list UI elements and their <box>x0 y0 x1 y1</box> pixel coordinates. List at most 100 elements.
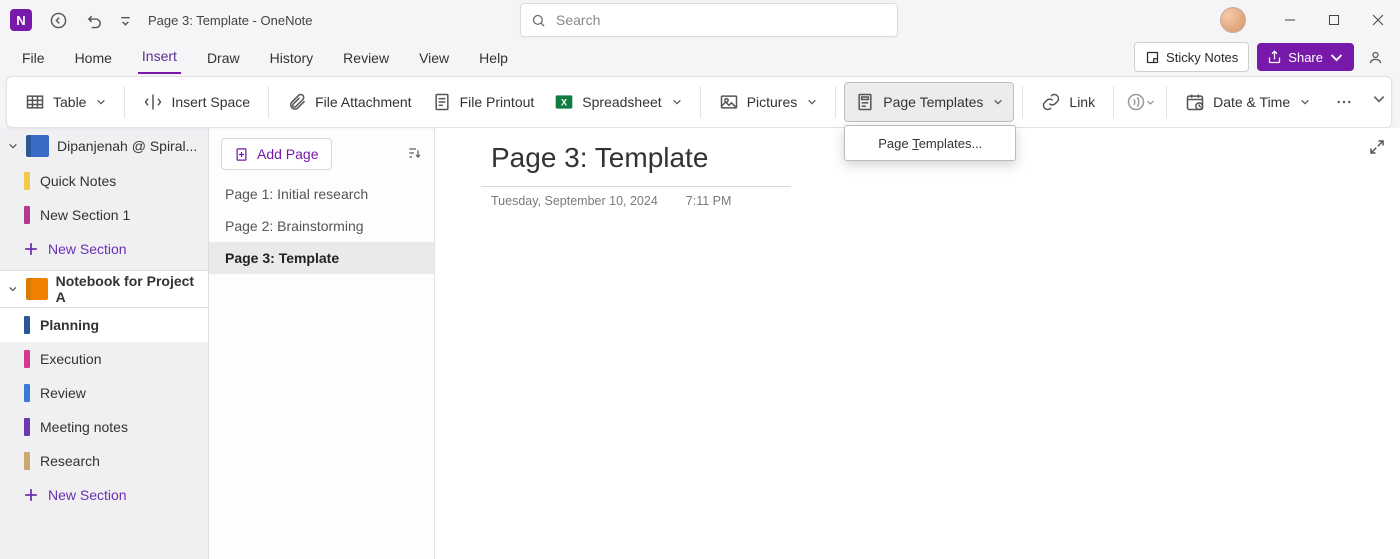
tab-insert[interactable]: Insert <box>138 42 181 74</box>
sticky-notes-button[interactable]: Sticky Notes <box>1134 42 1249 72</box>
avatar[interactable] <box>1220 7 1246 33</box>
page-list-item[interactable]: Page 1: Initial research <box>209 178 434 210</box>
pages-pane: Add Page Page 1: Initial research Page 2… <box>209 128 435 559</box>
page-time: 7:11 PM <box>686 194 732 208</box>
ribbon-audio[interactable] <box>1122 84 1158 120</box>
table-icon <box>25 92 45 112</box>
section-color <box>24 206 30 224</box>
more-icon <box>1335 93 1353 111</box>
section-name: Meeting notes <box>40 419 128 435</box>
chevron-down-icon <box>1372 92 1386 106</box>
people-icon[interactable] <box>1362 44 1388 70</box>
notebook-icon <box>26 135 49 157</box>
chevron-down-icon <box>993 97 1003 107</box>
section-name: Review <box>40 385 86 401</box>
section-color <box>24 452 30 470</box>
page-list-item[interactable]: Page 2: Brainstorming <box>209 210 434 242</box>
ribbon-overflow[interactable] <box>1326 84 1362 120</box>
menu-bar: File Home Insert Draw History Review Vie… <box>0 40 1400 74</box>
excel-icon: X <box>554 92 574 112</box>
tab-draw[interactable]: Draw <box>203 44 244 74</box>
editor-canvas[interactable]: Page 3: Template Tuesday, September 10, … <box>435 128 1400 559</box>
notebook-row[interactable]: Dipanjenah @ Spiral... <box>0 128 208 164</box>
ribbon-insert-space[interactable]: Insert Space <box>133 83 260 121</box>
section-color <box>24 384 30 402</box>
svg-text:X: X <box>561 97 568 107</box>
section-row[interactable]: Planning <box>0 308 208 342</box>
tab-help[interactable]: Help <box>475 44 512 74</box>
notebook-name: Notebook for Project A <box>56 273 200 305</box>
search-input[interactable]: Search <box>520 3 898 37</box>
tab-home[interactable]: Home <box>71 44 116 74</box>
dropdown-item-page-templates[interactable]: Page Templates... <box>847 128 1013 158</box>
insert-space-icon <box>143 92 163 112</box>
chevron-down-icon <box>672 97 682 107</box>
section-name: Quick Notes <box>40 173 116 189</box>
audio-icon <box>1126 92 1146 112</box>
sort-pages-button[interactable] <box>406 145 422 164</box>
chevron-down-icon <box>1329 50 1344 65</box>
chevron-down-icon <box>807 97 817 107</box>
tab-file[interactable]: File <box>18 44 49 74</box>
section-color <box>24 316 30 334</box>
add-page-icon <box>234 147 249 162</box>
ribbon-file-attachment[interactable]: File Attachment <box>277 83 422 121</box>
notebook-name: Dipanjenah @ Spiral... <box>57 138 197 154</box>
section-row[interactable]: Meeting notes <box>0 410 208 444</box>
ribbon-collapse[interactable] <box>1372 92 1386 109</box>
chevron-down-icon <box>8 284 18 294</box>
tab-view[interactable]: View <box>415 44 453 74</box>
expand-icon[interactable] <box>1368 138 1386 156</box>
section-name: Research <box>40 453 100 469</box>
new-section-button[interactable]: New Section <box>0 232 208 266</box>
section-color <box>24 350 30 368</box>
window-controls <box>1220 0 1400 40</box>
ribbon-spreadsheet[interactable]: X Spreadsheet <box>544 83 691 121</box>
notebook-row[interactable]: Notebook for Project A <box>0 270 208 308</box>
image-icon <box>719 92 739 112</box>
printout-icon <box>432 92 452 112</box>
ribbon-table[interactable]: Table <box>15 83 116 121</box>
ribbon-wrap: Table Insert Space File Attachment File … <box>0 76 1400 128</box>
template-icon <box>855 92 875 112</box>
share-icon <box>1267 50 1282 65</box>
title-bar: N Page 3: Template - OneNote Search <box>0 0 1400 40</box>
new-section-button[interactable]: New Section <box>0 478 208 512</box>
app-icon: N <box>10 9 32 31</box>
tab-review[interactable]: Review <box>339 44 393 74</box>
chevron-down-icon <box>1300 97 1310 107</box>
notebook-icon <box>26 278 48 300</box>
chevron-down-icon <box>1146 98 1155 107</box>
undo-button[interactable] <box>78 4 110 36</box>
ribbon-pictures[interactable]: Pictures <box>709 83 828 121</box>
tab-history[interactable]: History <box>266 44 318 74</box>
ribbon-link[interactable]: Link <box>1031 83 1105 121</box>
search-wrap: Search <box>520 3 898 37</box>
close-button[interactable] <box>1356 0 1400 40</box>
link-icon <box>1041 92 1061 112</box>
section-row[interactable]: New Section 1 <box>0 198 208 232</box>
section-name: Planning <box>40 317 99 333</box>
section-name: Execution <box>40 351 101 367</box>
page-list-item[interactable]: Page 3: Template <box>209 242 434 274</box>
maximize-button[interactable] <box>1312 0 1356 40</box>
section-row[interactable]: Execution <box>0 342 208 376</box>
minimize-button[interactable] <box>1268 0 1312 40</box>
ribbon-date-time[interactable]: Date & Time <box>1175 83 1320 121</box>
chevron-down-icon <box>8 141 18 151</box>
ribbon-page-templates[interactable]: Page Templates <box>844 82 1014 122</box>
qat-dropdown[interactable] <box>114 4 136 36</box>
title-underline <box>481 186 791 187</box>
section-row[interactable]: Quick Notes <box>0 164 208 198</box>
section-name: New Section 1 <box>40 207 130 223</box>
notebook-sidebar: Dipanjenah @ Spiral... Quick Notes New S… <box>0 128 209 559</box>
search-icon <box>531 13 546 28</box>
section-row[interactable]: Research <box>0 444 208 478</box>
back-button[interactable] <box>42 4 74 36</box>
add-page-button[interactable]: Add Page <box>221 138 332 170</box>
ribbon: Table Insert Space File Attachment File … <box>6 76 1392 128</box>
share-button[interactable]: Share <box>1257 43 1354 71</box>
section-row[interactable]: Review <box>0 376 208 410</box>
page-title[interactable]: Page 3: Template <box>491 142 708 174</box>
ribbon-file-printout[interactable]: File Printout <box>422 83 545 121</box>
